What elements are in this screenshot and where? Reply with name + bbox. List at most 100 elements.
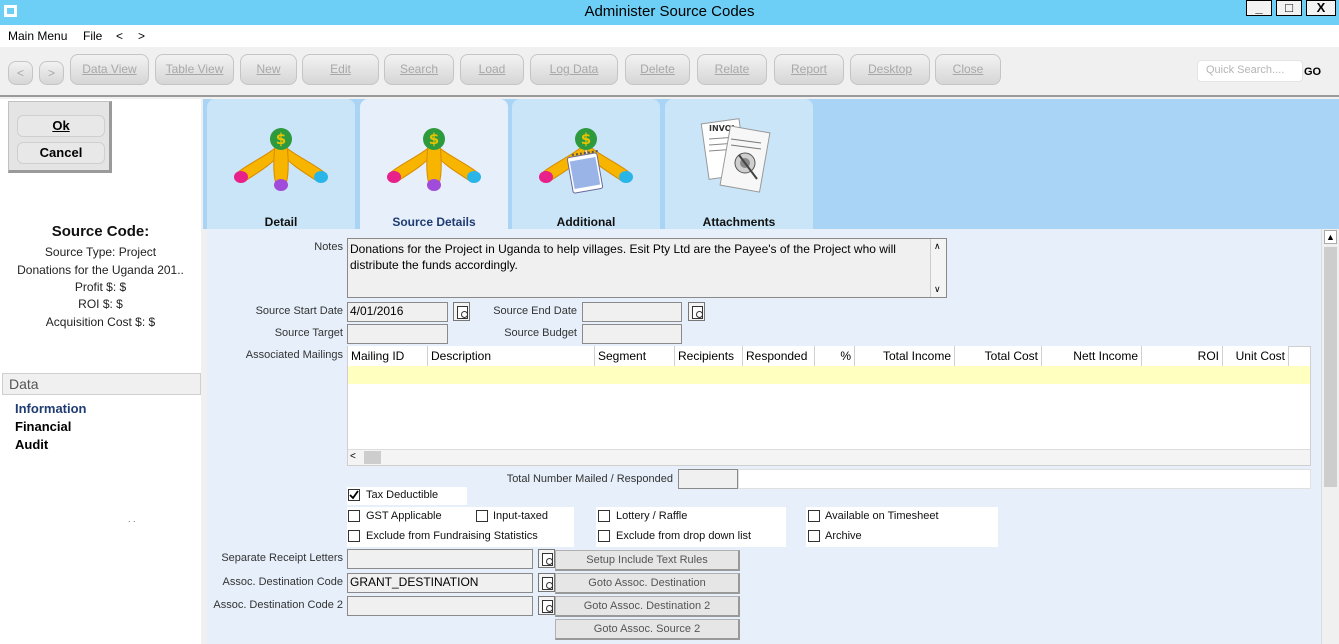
goto-assoc-destination-2-button[interactable]: Goto Assoc. Destination 2 [555,596,740,617]
dest-code2-field[interactable] [347,596,533,616]
search-button[interactable]: Search [384,54,454,85]
vertical-scrollbar[interactable]: ▲ [1321,229,1339,644]
col-mailing-id[interactable]: Mailing ID [348,346,428,366]
load-button[interactable]: Load [460,54,524,85]
scroll-left-icon[interactable]: < [350,451,356,462]
tab-additional[interactable]: $ Additional [512,99,660,230]
grid-scroll-thumb[interactable] [364,451,381,464]
tax-deductible-checkbox[interactable] [348,489,360,501]
tab-detail-label: Detail [264,215,298,229]
goto-assoc-destination-button[interactable]: Goto Assoc. Destination [555,573,740,594]
budget-field[interactable] [582,324,682,344]
delete-button[interactable]: Delete [625,54,690,85]
menu-file[interactable]: File [83,29,102,43]
maximize-button[interactable]: □ [1276,0,1302,16]
grid-horizontal-scrollbar[interactable]: < [348,449,1310,465]
goto-assoc-source-2-button[interactable]: Goto Assoc. Source 2 [555,619,740,640]
summary-profit: Profit $: $ [74,280,127,294]
separate-receipt-field[interactable] [347,549,533,569]
summary-acquisition-cost: Acquisition Cost $: $ [45,315,156,329]
input-taxed-checkbox[interactable] [476,510,488,522]
end-date-field[interactable] [582,302,682,322]
edit-button[interactable]: Edit [302,54,379,85]
start-date-field[interactable]: 4/01/2016 [347,302,448,322]
forward-button[interactable]: > [39,61,64,85]
table-view-button[interactable]: Table View [155,54,234,85]
data-item-audit[interactable]: Audit [15,437,48,452]
totals-row [738,469,1311,489]
data-item-information[interactable]: Information [15,401,87,416]
quick-search-input[interactable]: Quick Search.... [1197,60,1303,82]
menu-forward[interactable]: > [138,29,145,43]
tab-detail[interactable]: $ Detail [207,99,355,230]
col-roi[interactable]: ROI [1142,346,1223,366]
ok-button[interactable]: Ok [17,115,105,137]
minimize-button[interactable]: _ [1246,0,1272,16]
setup-include-text-rules-button[interactable]: Setup Include Text Rules [555,550,740,571]
chevron-down-icon[interactable]: ∨ [934,284,941,295]
money-tree-icon: $ [234,128,328,191]
available-timesheet-label: Available on Timesheet [825,510,939,522]
dest-code-field[interactable]: GRANT_DESTINATION [347,573,533,593]
col-description[interactable]: Description [428,346,595,366]
exclude-fundraising-checkbox[interactable] [348,530,360,542]
col-unit-cost[interactable]: Unit Cost [1223,346,1289,366]
ok-cancel-box: Ok Cancel [8,101,112,173]
menu-back[interactable]: < [116,29,123,43]
notes-scrollbar[interactable]: ∨ ∧ [930,239,946,297]
gst-applicable-checkbox[interactable] [348,510,360,522]
dest-code2-lookup-icon[interactable] [538,596,555,615]
cancel-button[interactable]: Cancel [17,142,105,164]
target-field[interactable] [347,324,448,344]
relate-button[interactable]: Relate [697,54,767,85]
scroll-up-icon[interactable]: ▲ [1324,230,1337,244]
col-total-income[interactable]: Total Income [855,346,955,366]
dest-code-lookup-icon[interactable] [538,573,555,592]
menu-main-menu[interactable]: Main Menu [8,29,67,43]
data-view-button[interactable]: Data View [70,54,149,85]
col-recipients[interactable]: Recipients [675,346,743,366]
data-item-financial[interactable]: Financial [15,419,71,434]
new-button[interactable]: New [240,54,297,85]
col-segment[interactable]: Segment [595,346,675,366]
end-date-lookup-icon[interactable] [688,302,705,321]
separate-receipt-label: Separate Receipt Letters [221,552,343,564]
separate-receipt-lookup-icon[interactable] [538,549,555,568]
summary-roi: ROI $: $ [78,297,123,311]
tax-deductible-label: Tax Deductible [366,489,439,501]
start-date-lookup-icon[interactable] [453,302,470,321]
chevron-up-icon[interactable]: ∧ [934,241,941,252]
grid-new-row[interactable] [348,366,1310,384]
exclude-dropdown-label: Exclude from drop down list [616,530,752,542]
total-mailed-field [678,469,738,489]
back-button[interactable]: < [8,61,33,85]
available-timesheet-checkbox[interactable] [808,510,820,522]
tab-attachments[interactable]: INVOI Attachments [665,99,813,230]
tab-additional-label: Additional [556,215,616,229]
lottery-raffle-checkbox[interactable] [598,510,610,522]
input-taxed-label: Input-taxed [493,510,549,522]
close-button[interactable]: Close [935,54,1001,85]
summary-source-type: Source Type: Project [44,245,157,259]
archive-checkbox[interactable] [808,530,820,542]
start-date-label: Source Start Date [255,305,343,317]
tab-source-details[interactable]: $ Source Details [360,99,508,230]
gst-applicable-label: GST Applicable [366,510,442,522]
notes-textarea[interactable]: Donations for the Project in Uganda to h… [347,238,947,298]
report-button[interactable]: Report [774,54,844,85]
col-responded[interactable]: Responded [743,346,815,366]
summary-description: Donations for the Uganda 201.. [17,263,184,277]
exclude-fundraising-label: Exclude from Fundraising Statistics [366,530,538,542]
col-nett-income[interactable]: Nett Income [1042,346,1142,366]
log-data-button[interactable]: Log Data [530,54,618,85]
desktop-button[interactable]: Desktop [850,54,930,85]
close-window-button[interactable]: X [1306,0,1336,16]
exclude-dropdown-checkbox[interactable] [598,530,610,542]
col-total-cost[interactable]: Total Cost [955,346,1042,366]
col-percent[interactable]: % [815,346,855,366]
dest-code-label: Assoc. Destination Code [222,576,343,588]
scroll-thumb[interactable] [1324,247,1337,487]
svg-text:$: $ [429,130,439,148]
go-button[interactable]: GO [1304,66,1321,78]
notes-label: Notes [314,241,343,253]
